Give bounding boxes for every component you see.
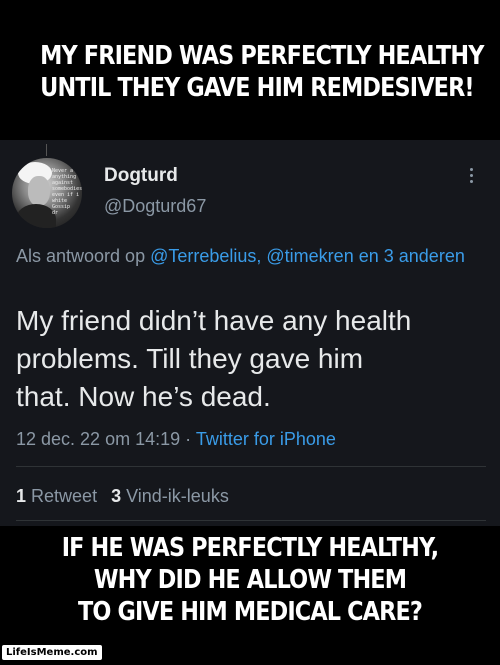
display-name[interactable]: Dogturd [104, 165, 178, 187]
like-count: 3 [111, 486, 122, 506]
top-caption-line: UNTIL THEY GAVE HIM REMDESIVER! [40, 73, 474, 103]
reply-conj: en [358, 246, 379, 266]
bottom-caption-line: WHY DID HE ALLOW THEM [93, 565, 407, 595]
tweet-text: My friend didn’t have any health problem… [16, 302, 496, 416]
reply-others-link[interactable]: 3 anderen [384, 246, 465, 266]
avatar-note-line: dr [52, 210, 59, 216]
avatar-face [28, 176, 50, 206]
user-handle[interactable]: @Dogturd67 [104, 196, 206, 217]
meme-image: MY FRIEND WAS PERFECTLY HEALTHY UNTIL TH… [0, 0, 500, 665]
avatar[interactable]: Never a anything against somebodies even… [12, 158, 82, 228]
like-stat[interactable]: 3 Vind-ik-leuks [111, 486, 229, 506]
avatar-note: Never a anything against somebodies even… [52, 168, 82, 216]
like-label: Vind-ik-leuks [126, 486, 229, 506]
retweet-count: 1 [16, 486, 27, 506]
meta-separator: · [185, 429, 192, 449]
tweet-stats: 1 Retweet 3 Vind-ik-leuks [16, 486, 229, 507]
tweet-text-line: problems. Till they gave him [16, 343, 364, 374]
thread-line [46, 144, 47, 156]
top-caption: MY FRIEND WAS PERFECTLY HEALTHY UNTIL TH… [40, 40, 484, 104]
bottom-caption-line: TO GIVE HIM MEDICAL CARE? [78, 597, 423, 627]
more-vertical-icon[interactable] [470, 168, 474, 186]
top-caption-line: MY FRIEND WAS PERFECTLY HEALTHY [40, 41, 484, 71]
tweet-meta: 12 dec. 22 om 14:19 · Twitter for iPhone [16, 429, 336, 450]
reply-context: Als antwoord op @Terrebelius, @timekren … [16, 243, 486, 269]
divider [16, 466, 486, 467]
retweet-label: Retweet [31, 486, 98, 506]
bottom-caption-line: IF HE WAS PERFECTLY HEALTHY, [61, 533, 439, 563]
tweet-text-line: My friend didn’t have any health [16, 305, 412, 336]
reply-mentions-link[interactable]: @Terrebelius, @timekren [150, 246, 354, 266]
tweet-source-link[interactable]: Twitter for iPhone [196, 429, 336, 449]
tweet-timestamp[interactable]: 12 dec. 22 om 14:19 [16, 429, 180, 449]
tweet-text-line: that. Now he’s dead. [16, 381, 271, 412]
avatar-body [16, 204, 56, 228]
watermark: LifeIsMeme.com [2, 645, 102, 660]
retweet-stat[interactable]: 1 Retweet [16, 486, 97, 506]
reply-prefix: Als antwoord op [16, 246, 146, 266]
bottom-caption: IF HE WAS PERFECTLY HEALTHY, WHY DID HE … [40, 532, 460, 628]
divider [16, 520, 486, 521]
